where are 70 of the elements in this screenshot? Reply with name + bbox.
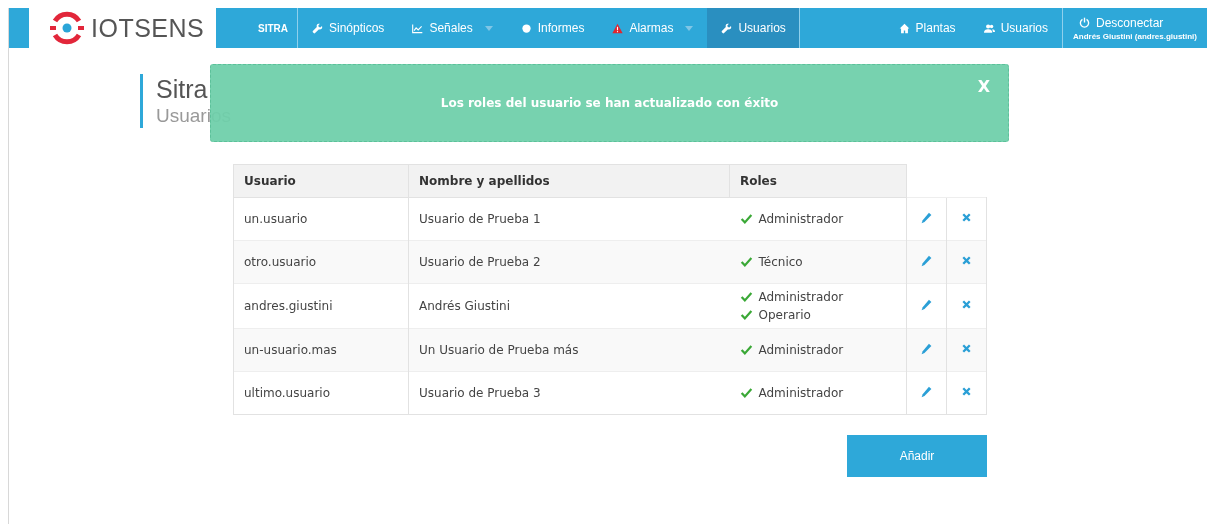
pencil-icon: [919, 342, 933, 355]
check-icon: [739, 309, 753, 321]
pencil-icon: [919, 385, 933, 398]
column-header: Roles: [729, 164, 906, 198]
nav-link[interactable]: Usuarios: [969, 8, 1062, 48]
wrench-icon: [312, 22, 323, 34]
delete-icon: [960, 298, 973, 311]
delete-button[interactable]: [960, 385, 973, 398]
delete-icon: [960, 211, 973, 224]
check-icon: [739, 291, 753, 303]
table-cell: un-usuario.mas: [233, 328, 409, 372]
navbar-edge: [9, 8, 29, 48]
pencil-icon: [919, 298, 933, 311]
role-label: Administrador: [758, 211, 844, 228]
check-icon: [739, 387, 753, 399]
table-cell: Andrés Giustini: [408, 283, 730, 329]
table-cell: un.usuario: [233, 197, 409, 241]
user-name: Andrés Giustini (andres.giustini): [1073, 31, 1197, 41]
add-button[interactable]: Añadir: [847, 435, 987, 477]
nav-link[interactable]: Informes: [506, 8, 599, 48]
column-header: Usuario: [233, 164, 409, 198]
alert-message: Los roles del usuario se han actualizado con éxito: [440, 96, 779, 110]
role-label: Operario: [758, 307, 811, 324]
check-icon: [739, 213, 753, 225]
delete-icon: [960, 254, 973, 267]
delete-icon: [960, 385, 973, 398]
power-icon: [1079, 17, 1090, 28]
delete-button[interactable]: [960, 211, 973, 224]
home-icon: [898, 22, 910, 34]
table-cell: ultimo.usuario: [233, 371, 409, 415]
nav-link[interactable]: Sinópticos: [298, 8, 399, 48]
role-label: Administrador: [758, 385, 844, 402]
table-cell: Usuario de Prueba 2: [408, 240, 730, 284]
warning-icon: [612, 22, 624, 34]
table-cell: Un Usuario de Prueba más: [408, 328, 730, 372]
delete-icon: [960, 342, 973, 355]
edit-button[interactable]: [919, 342, 933, 355]
page-title: Sitra: [156, 74, 208, 104]
delete-button[interactable]: [960, 298, 973, 311]
delete-button[interactable]: [960, 342, 973, 355]
edit-button[interactable]: [919, 385, 933, 398]
logo-icon: [49, 10, 85, 46]
logout-link[interactable]: Desconectar: [1073, 15, 1197, 30]
circle-icon: [520, 22, 532, 34]
nav-link[interactable]: Señales: [398, 8, 507, 48]
role-label: Administrador: [758, 342, 844, 359]
table-cell: Usuario de Prueba 1: [408, 197, 730, 241]
edit-button[interactable]: [919, 298, 933, 311]
brand-link[interactable]: SITRA: [216, 8, 298, 48]
delete-button[interactable]: [960, 254, 973, 267]
close-button[interactable]: X: [977, 77, 990, 96]
table-cell: otro.usuario: [233, 240, 409, 284]
line-chart-icon: [412, 22, 424, 34]
logo-text: IOTSENS: [91, 13, 205, 43]
table-cell: Usuario de Prueba 3: [408, 371, 730, 415]
pencil-icon: [919, 254, 933, 267]
edit-button[interactable]: [919, 211, 933, 224]
nav-link[interactable]: Usuarios: [707, 8, 800, 48]
check-icon: [739, 256, 753, 268]
wrench-icon: [721, 22, 733, 34]
edit-button[interactable]: [919, 254, 933, 267]
role-label: Administrador: [758, 289, 844, 306]
users-icon: [983, 22, 995, 34]
role-label: Técnico: [758, 254, 803, 271]
table-cell: andres.giustini: [233, 283, 409, 329]
check-icon: [739, 344, 753, 356]
column-header: Nombre y apellidos: [408, 164, 730, 198]
pencil-icon: [919, 211, 933, 224]
nav-link[interactable]: Alarmas: [598, 8, 708, 48]
nav-link[interactable]: Plantas: [884, 8, 970, 48]
